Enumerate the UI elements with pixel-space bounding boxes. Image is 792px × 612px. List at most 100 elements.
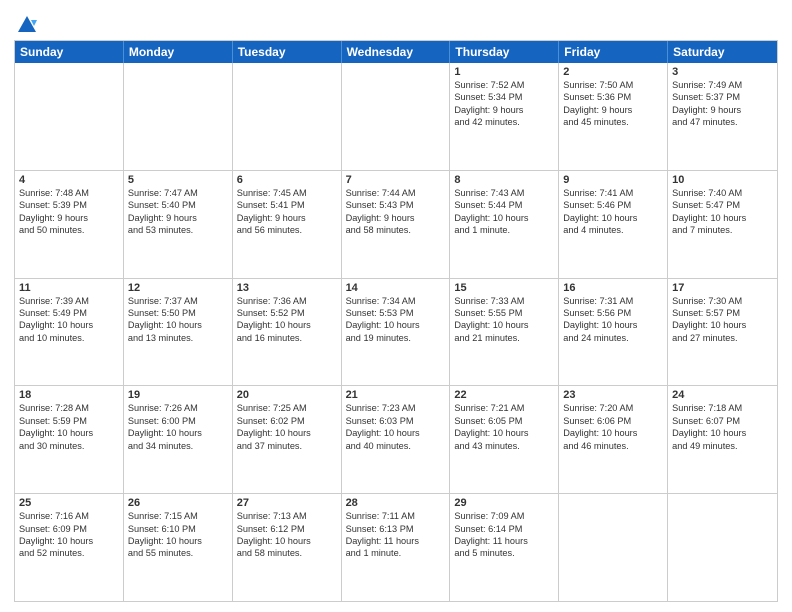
cell-line: Sunset: 6:05 PM: [454, 415, 554, 427]
header-day-monday: Monday: [124, 41, 233, 63]
day-number: 19: [128, 389, 228, 401]
cell-line: Sunset: 6:06 PM: [563, 415, 663, 427]
empty-cell-0-2: [233, 63, 342, 170]
day-number: 16: [563, 282, 663, 294]
cell-line: Sunrise: 7:40 AM: [672, 187, 773, 199]
cell-line: Sunrise: 7:15 AM: [128, 510, 228, 522]
cell-line: Sunrise: 7:33 AM: [454, 295, 554, 307]
cell-line: Sunrise: 7:11 AM: [346, 510, 446, 522]
cell-line: Daylight: 9 hours: [563, 104, 663, 116]
day-number: 3: [672, 66, 773, 78]
empty-cell-0-0: [15, 63, 124, 170]
cell-line: Daylight: 9 hours: [128, 212, 228, 224]
cell-line: Sunrise: 7:16 AM: [19, 510, 119, 522]
calendar-row-3: 18Sunrise: 7:28 AMSunset: 5:59 PMDayligh…: [15, 385, 777, 493]
day-number: 8: [454, 174, 554, 186]
cell-line: Sunset: 5:55 PM: [454, 307, 554, 319]
cell-line: Sunset: 5:44 PM: [454, 199, 554, 211]
day-number: 1: [454, 66, 554, 78]
cell-line: Sunset: 6:13 PM: [346, 523, 446, 535]
day-number: 18: [19, 389, 119, 401]
day-cell-1: 1Sunrise: 7:52 AMSunset: 5:34 PMDaylight…: [450, 63, 559, 170]
day-number: 20: [237, 389, 337, 401]
day-cell-18: 18Sunrise: 7:28 AMSunset: 5:59 PMDayligh…: [15, 386, 124, 493]
day-cell-25: 25Sunrise: 7:16 AMSunset: 6:09 PMDayligh…: [15, 494, 124, 601]
header-day-wednesday: Wednesday: [342, 41, 451, 63]
cell-line: Sunset: 5:39 PM: [19, 199, 119, 211]
day-cell-2: 2Sunrise: 7:50 AMSunset: 5:36 PMDaylight…: [559, 63, 668, 170]
day-number: 13: [237, 282, 337, 294]
cell-line: Sunset: 6:03 PM: [346, 415, 446, 427]
cell-line: Sunset: 6:09 PM: [19, 523, 119, 535]
day-cell-5: 5Sunrise: 7:47 AMSunset: 5:40 PMDaylight…: [124, 171, 233, 278]
cell-line: and 42 minutes.: [454, 116, 554, 128]
cell-line: and 21 minutes.: [454, 332, 554, 344]
day-number: 26: [128, 497, 228, 509]
day-cell-29: 29Sunrise: 7:09 AMSunset: 6:14 PMDayligh…: [450, 494, 559, 601]
cell-line: Daylight: 10 hours: [19, 319, 119, 331]
calendar-body: 1Sunrise: 7:52 AMSunset: 5:34 PMDaylight…: [15, 63, 777, 601]
cell-line: Sunset: 5:53 PM: [346, 307, 446, 319]
cell-line: Sunset: 6:07 PM: [672, 415, 773, 427]
cell-line: Sunset: 6:12 PM: [237, 523, 337, 535]
day-cell-27: 27Sunrise: 7:13 AMSunset: 6:12 PMDayligh…: [233, 494, 342, 601]
cell-line: Sunset: 5:49 PM: [19, 307, 119, 319]
cell-line: and 27 minutes.: [672, 332, 773, 344]
page: SundayMondayTuesdayWednesdayThursdayFrid…: [0, 0, 792, 612]
cell-line: Sunset: 5:41 PM: [237, 199, 337, 211]
day-cell-6: 6Sunrise: 7:45 AMSunset: 5:41 PMDaylight…: [233, 171, 342, 278]
day-number: 27: [237, 497, 337, 509]
day-cell-3: 3Sunrise: 7:49 AMSunset: 5:37 PMDaylight…: [668, 63, 777, 170]
cell-line: and 53 minutes.: [128, 224, 228, 236]
cell-line: Sunset: 6:02 PM: [237, 415, 337, 427]
calendar-row-0: 1Sunrise: 7:52 AMSunset: 5:34 PMDaylight…: [15, 63, 777, 170]
cell-line: Sunset: 5:57 PM: [672, 307, 773, 319]
cell-line: Daylight: 10 hours: [237, 319, 337, 331]
cell-line: and 55 minutes.: [128, 547, 228, 559]
cell-line: Sunrise: 7:26 AM: [128, 402, 228, 414]
cell-line: Sunrise: 7:50 AM: [563, 79, 663, 91]
cell-line: and 24 minutes.: [563, 332, 663, 344]
cell-line: Daylight: 10 hours: [237, 427, 337, 439]
cell-line: Sunrise: 7:13 AM: [237, 510, 337, 522]
cell-line: Daylight: 10 hours: [563, 212, 663, 224]
cell-line: Sunset: 5:56 PM: [563, 307, 663, 319]
cell-line: Sunrise: 7:45 AM: [237, 187, 337, 199]
cell-line: Sunrise: 7:25 AM: [237, 402, 337, 414]
cell-line: Daylight: 10 hours: [454, 212, 554, 224]
calendar-row-2: 11Sunrise: 7:39 AMSunset: 5:49 PMDayligh…: [15, 278, 777, 386]
day-number: 5: [128, 174, 228, 186]
cell-line: and 50 minutes.: [19, 224, 119, 236]
cell-line: and 52 minutes.: [19, 547, 119, 559]
cell-line: and 7 minutes.: [672, 224, 773, 236]
cell-line: Sunrise: 7:37 AM: [128, 295, 228, 307]
cell-line: and 30 minutes.: [19, 440, 119, 452]
cell-line: Sunrise: 7:49 AM: [672, 79, 773, 91]
empty-cell-4-6: [668, 494, 777, 601]
cell-line: Sunset: 5:36 PM: [563, 91, 663, 103]
cell-line: Daylight: 10 hours: [454, 427, 554, 439]
cell-line: Sunrise: 7:30 AM: [672, 295, 773, 307]
day-number: 10: [672, 174, 773, 186]
cell-line: Sunset: 5:52 PM: [237, 307, 337, 319]
cell-line: Sunrise: 7:23 AM: [346, 402, 446, 414]
cell-line: Daylight: 10 hours: [19, 427, 119, 439]
cell-line: Daylight: 11 hours: [346, 535, 446, 547]
cell-line: Sunrise: 7:18 AM: [672, 402, 773, 414]
cell-line: and 1 minute.: [454, 224, 554, 236]
cell-line: Sunrise: 7:39 AM: [19, 295, 119, 307]
day-number: 6: [237, 174, 337, 186]
day-number: 17: [672, 282, 773, 294]
cell-line: Daylight: 10 hours: [563, 319, 663, 331]
calendar-row-1: 4Sunrise: 7:48 AMSunset: 5:39 PMDaylight…: [15, 170, 777, 278]
cell-line: Sunset: 5:43 PM: [346, 199, 446, 211]
cell-line: Daylight: 10 hours: [672, 427, 773, 439]
day-number: 4: [19, 174, 119, 186]
cell-line: Daylight: 9 hours: [672, 104, 773, 116]
cell-line: Daylight: 10 hours: [563, 427, 663, 439]
day-cell-23: 23Sunrise: 7:20 AMSunset: 6:06 PMDayligh…: [559, 386, 668, 493]
cell-line: and 1 minute.: [346, 547, 446, 559]
cell-line: Daylight: 10 hours: [346, 319, 446, 331]
cell-line: Sunrise: 7:31 AM: [563, 295, 663, 307]
cell-line: Daylight: 10 hours: [19, 535, 119, 547]
